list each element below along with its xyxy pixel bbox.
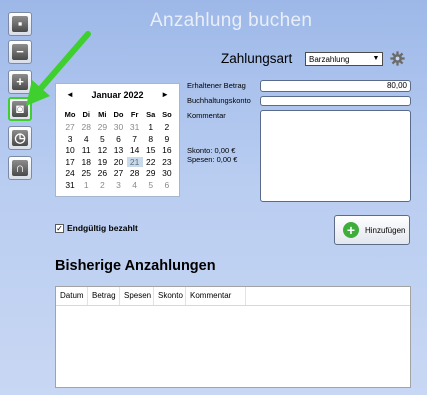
- calendar-day[interactable]: 20: [110, 157, 126, 168]
- calendar-day[interactable]: 5: [143, 180, 159, 191]
- history-table-header: Datum Betrag Spesen Skonto Kommentar: [56, 287, 410, 306]
- calendar-day[interactable]: 26: [94, 168, 110, 179]
- weekday-header: Mi: [98, 110, 107, 119]
- calendar-day[interactable]: 24: [62, 168, 78, 179]
- calendar-day[interactable]: 27: [110, 168, 126, 179]
- calendar-day[interactable]: 2: [94, 180, 110, 191]
- calendar-day[interactable]: 17: [62, 157, 78, 168]
- calendar-day[interactable]: 13: [110, 145, 126, 156]
- clock-button[interactable]: ◷: [8, 126, 32, 150]
- spesen-info: Spesen: 0,00 €: [187, 155, 238, 164]
- add-button[interactable]: + Hinzufügen: [334, 215, 410, 245]
- calendar-day[interactable]: 4: [127, 180, 143, 191]
- calendar-day-selected[interactable]: 21: [126, 156, 143, 167]
- calendar-grid: Mo Di Mi Do Fr Sa So 27 28 29 30 31 1 2 3 4 5 6 7 8 9 10 11 12 1…: [62, 108, 175, 190]
- payment-type-label: Zahlungsart: [221, 51, 293, 66]
- weekday-header: Do: [113, 110, 124, 119]
- calendar-day[interactable]: 29: [94, 122, 110, 133]
- calendar-day[interactable]: 3: [110, 180, 126, 191]
- weekday-header: So: [162, 110, 172, 119]
- amount-label: Erhaltener Betrag: [187, 81, 246, 90]
- column-header[interactable]: Betrag: [88, 287, 120, 305]
- comment-label: Kommentar: [187, 111, 226, 120]
- account-label: Buchhaltungskonto: [187, 96, 251, 105]
- comment-textarea[interactable]: [260, 110, 411, 202]
- calendar-day[interactable]: 31: [62, 180, 78, 191]
- calendar-day[interactable]: 29: [143, 168, 159, 179]
- calendar-day[interactable]: 18: [78, 157, 94, 168]
- calendar-day[interactable]: 14: [127, 145, 143, 156]
- calendar-day[interactable]: 2: [159, 122, 175, 133]
- calendar-day[interactable]: 30: [110, 122, 126, 133]
- calendar-day[interactable]: 12: [94, 145, 110, 156]
- column-header[interactable]: Skonto: [154, 287, 186, 305]
- chevron-down-icon: ▼: [372, 55, 380, 62]
- history-title: Bisherige Anzahlungen: [55, 258, 216, 274]
- calendar-day[interactable]: 6: [159, 180, 175, 191]
- plus-circle-icon: +: [343, 222, 359, 238]
- calendar-day[interactable]: 28: [127, 168, 143, 179]
- headset-icon: ∩: [12, 160, 28, 176]
- column-header[interactable]: Kommentar: [186, 287, 246, 305]
- calendar-day[interactable]: 25: [78, 168, 94, 179]
- calendar-day[interactable]: 5: [94, 134, 110, 145]
- calendar-day[interactable]: 16: [159, 145, 175, 156]
- calendar-day[interactable]: 31: [127, 122, 143, 133]
- calendar-day[interactable]: 15: [143, 145, 159, 156]
- calendar-day[interactable]: 9: [159, 134, 175, 145]
- calendar-day[interactable]: 10: [62, 145, 78, 156]
- calendar-day[interactable]: 4: [78, 134, 94, 145]
- weekday-header: Mo: [64, 110, 76, 119]
- history-table[interactable]: Datum Betrag Spesen Skonto Kommentar: [55, 286, 411, 388]
- calendar-day[interactable]: 8: [143, 134, 159, 145]
- gear-icon[interactable]: [390, 51, 405, 66]
- calendar-day[interactable]: 19: [94, 157, 110, 168]
- window-title: Anzahlung buchen: [150, 10, 313, 31]
- calendar-day[interactable]: 22: [143, 157, 159, 168]
- calendar-next-button[interactable]: ►: [161, 90, 169, 99]
- skonto-info: Skonto: 0,00 €: [187, 146, 236, 155]
- amount-input[interactable]: 80,00: [260, 80, 411, 92]
- headset-button[interactable]: ∩: [8, 156, 32, 180]
- calendar-header: ◄ Januar 2022 ►: [56, 90, 179, 104]
- calendar-day[interactable]: 30: [159, 168, 175, 179]
- account-input[interactable]: [260, 96, 411, 106]
- calendar-day[interactable]: 27: [62, 122, 78, 133]
- calendar-day[interactable]: 7: [127, 134, 143, 145]
- final-paid-label: Endgültig bezahlt: [67, 223, 138, 233]
- column-header[interactable]: Datum: [56, 287, 88, 305]
- calendar-day[interactable]: 1: [78, 180, 94, 191]
- calendar-day[interactable]: 23: [159, 157, 175, 168]
- calendar-day[interactable]: 6: [110, 134, 126, 145]
- calendar-day[interactable]: 1: [143, 122, 159, 133]
- payment-type-select[interactable]: Barzahlung ▼: [305, 52, 383, 66]
- clock-icon: ◷: [12, 130, 28, 146]
- final-paid-checkbox[interactable]: ✓: [55, 224, 64, 233]
- calendar-day[interactable]: 28: [78, 122, 94, 133]
- calendar-day[interactable]: 3: [62, 134, 78, 145]
- payment-type-value: Barzahlung: [309, 55, 350, 64]
- weekday-header: Fr: [130, 110, 139, 119]
- weekday-header: Sa: [146, 110, 156, 119]
- date-calendar[interactable]: ◄ Januar 2022 ► Mo Di Mi Do Fr Sa So 27 28 29 30 31…: [55, 83, 180, 197]
- calendar-day[interactable]: 11: [78, 145, 94, 156]
- add-button-label: Hinzufügen: [365, 226, 406, 235]
- weekday-header: Di: [82, 110, 90, 119]
- column-header[interactable]: Spesen: [120, 287, 154, 305]
